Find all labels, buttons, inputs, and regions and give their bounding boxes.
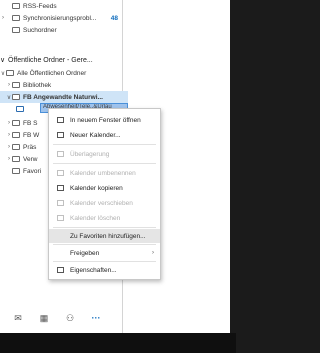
menu-separator xyxy=(53,261,156,262)
folder-icon xyxy=(12,3,20,9)
more-icon[interactable]: ··· xyxy=(88,313,104,323)
menu-label: Neuer Kalender... xyxy=(70,131,121,139)
menu-delete-calendar: Kalender löschen xyxy=(49,211,160,225)
menu-label: Eigenschaften... xyxy=(70,266,117,274)
folder-icon xyxy=(12,15,20,21)
folder-sync[interactable]: › Synchronisierungsprobl... 48 xyxy=(0,12,122,24)
tree-fb-angewandte[interactable]: ∨ FB Angewandte Naturwi... xyxy=(0,91,128,103)
calendar-icon[interactable]: ▦ xyxy=(36,313,52,324)
folder-label: Suchordner xyxy=(23,26,57,34)
new-window-icon xyxy=(57,117,64,123)
chevron-down-icon[interactable]: ∨ xyxy=(0,56,8,64)
menu-label: Zu Favoriten hinzufügen... xyxy=(70,232,146,240)
folder-label: Synchronisierungsprobl... xyxy=(23,14,97,22)
tree-label: FB S xyxy=(23,119,38,127)
folder-search[interactable]: Suchordner xyxy=(0,24,122,36)
tree-all-public[interactable]: ∨ Alle Öffentlichen Ordner xyxy=(0,67,122,79)
mail-icon[interactable]: ✉ xyxy=(10,313,26,324)
chevron-right-icon: › xyxy=(152,250,154,256)
menu-separator xyxy=(53,144,156,145)
tree-label: Alle Öffentlichen Ordner xyxy=(17,69,87,77)
menu-label: Kalender kopieren xyxy=(70,184,123,192)
tree-label: FB Angewandte Naturwi... xyxy=(23,93,103,101)
menu-properties[interactable]: Eigenschaften... xyxy=(49,263,160,277)
menu-label: Freigeben xyxy=(70,249,100,257)
menu-add-to-favorites[interactable]: Zu Favoriten hinzufügen... xyxy=(49,229,160,243)
folder-icon xyxy=(12,82,20,88)
tree-label: Favori xyxy=(23,167,42,175)
folder-label: RSS-Feeds xyxy=(23,2,57,10)
menu-share[interactable]: Freigeben › xyxy=(49,246,160,260)
taskbar-strip xyxy=(0,333,236,353)
tree-label: Verw xyxy=(23,155,38,163)
menu-rename-calendar: Kalender umbenennen xyxy=(49,166,160,180)
outlook-window: RSS-Feeds › Synchronisierungsprobl... 48… xyxy=(0,0,230,353)
tree-label: FB W xyxy=(23,131,40,139)
menu-separator xyxy=(53,244,156,245)
menu-separator xyxy=(53,227,156,228)
calendar-icon xyxy=(16,106,24,112)
public-folders-header[interactable]: ∨ Öffentliche Ordner - Gere... xyxy=(0,54,122,66)
new-calendar-icon xyxy=(57,132,64,138)
move-icon xyxy=(57,200,64,206)
chevron-right-icon[interactable]: › xyxy=(0,15,6,21)
rename-icon xyxy=(57,170,64,176)
search-folder-icon xyxy=(12,27,20,33)
folder-icon xyxy=(12,120,20,126)
unread-count: 48 xyxy=(110,14,118,22)
menu-separator xyxy=(53,163,156,164)
folder-icon xyxy=(12,144,20,150)
menu-copy-calendar[interactable]: Kalender kopieren xyxy=(49,181,160,195)
properties-icon xyxy=(57,267,64,273)
tree-bibliothek[interactable]: › Bibliothek xyxy=(0,79,128,91)
menu-open-new-window[interactable]: In neuem Fenster öffnen xyxy=(49,113,160,127)
menu-label: Kalender löschen xyxy=(70,214,121,222)
folder-icon xyxy=(12,94,20,100)
tree-label: Präs xyxy=(23,143,37,151)
context-menu: In neuem Fenster öffnen Neuer Kalender..… xyxy=(48,108,161,280)
folder-rss[interactable]: RSS-Feeds xyxy=(0,0,122,12)
menu-label: Kalender verschieben xyxy=(70,199,133,207)
menu-new-calendar[interactable]: Neuer Kalender... xyxy=(49,128,160,142)
tree-label: Bibliothek xyxy=(23,81,52,89)
menu-label: Kalender umbenennen xyxy=(70,169,136,177)
menu-move-calendar: Kalender verschieben xyxy=(49,196,160,210)
menu-label: Überlagerung xyxy=(70,150,110,158)
folder-icon xyxy=(12,156,20,162)
delete-icon xyxy=(57,215,64,221)
menu-overlay: Überlagerung xyxy=(49,147,160,161)
menu-label: In neuem Fenster öffnen xyxy=(70,116,141,124)
copy-icon xyxy=(57,185,64,191)
bottom-navigation: ✉ ▦ ⚇ ··· xyxy=(0,303,122,333)
folder-icon xyxy=(12,132,20,138)
folder-icon xyxy=(12,168,20,174)
people-icon[interactable]: ⚇ xyxy=(62,313,78,324)
section-title: Öffentliche Ordner - Gere... xyxy=(8,56,93,64)
overlay-icon xyxy=(57,151,64,157)
folder-icon xyxy=(6,70,14,76)
